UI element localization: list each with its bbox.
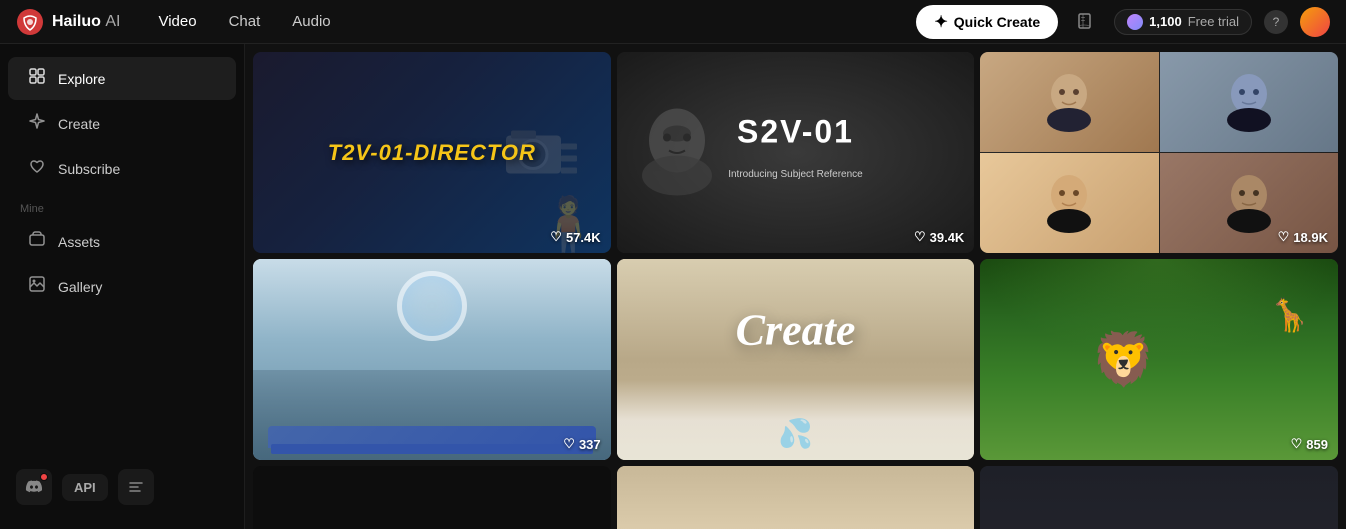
assets-icon: [28, 230, 46, 253]
card-stats-lion: ♡ 859: [1291, 436, 1328, 452]
credits-icon: [1127, 14, 1143, 30]
main-layout: Explore Create Subscribe Mine Assets: [0, 44, 1346, 529]
mine-section-label: Mine: [0, 191, 244, 219]
create-icon: [28, 112, 46, 135]
top-navigation: Hailuo AI Video Chat Audio ✦ Quick Creat…: [0, 0, 1346, 44]
t2v-title: T2V-01-DIRECTOR: [328, 140, 536, 166]
credits-badge[interactable]: 1,100 Free trial: [1114, 9, 1252, 35]
video-card-lion[interactable]: 🦁 🦒 ♡ 859: [980, 259, 1338, 460]
hailuo-logo-icon: [16, 8, 44, 36]
heart-icon: ♡: [914, 229, 926, 245]
card-stats-faces: ♡ 18.9K: [1278, 229, 1328, 245]
list-button[interactable]: [118, 469, 154, 505]
content-area: 🧍 T2V-01-DIRECTOR ♡ 57.4K: [245, 44, 1346, 529]
sidebar-item-create[interactable]: Create: [8, 102, 236, 145]
subscribe-icon: [28, 157, 46, 180]
gallery-icon: [28, 275, 46, 298]
list-icon: [128, 479, 144, 495]
video-card-create-milk[interactable]: Create 💦: [617, 259, 975, 460]
sidebar-item-subscribe[interactable]: Subscribe: [8, 147, 236, 190]
nav-links: Video Chat Audio: [144, 7, 908, 36]
gallery-label: Gallery: [58, 279, 102, 295]
api-button[interactable]: API: [62, 474, 108, 501]
logo[interactable]: Hailuo AI: [16, 8, 120, 36]
like-count: 57.4K: [566, 230, 601, 245]
s2v-subtitle: Introducing Subject Reference: [728, 169, 863, 180]
sidebar: Explore Create Subscribe Mine Assets: [0, 44, 245, 529]
sidebar-item-assets[interactable]: Assets: [8, 220, 236, 263]
video-card-dark2[interactable]: 🥛: [617, 466, 975, 529]
video-card-s2v[interactable]: S2V-01 Introducing Subject Reference ♡ 3…: [617, 52, 975, 253]
create-word: Create: [736, 304, 856, 355]
nav-video[interactable]: Video: [144, 7, 210, 36]
credits-amount: 1,100: [1149, 14, 1182, 29]
explore-label: Explore: [58, 71, 105, 87]
video-card-faces[interactable]: ♡ 18.9K: [980, 52, 1338, 253]
sidebar-item-explore[interactable]: Explore: [8, 57, 236, 100]
video-card-portrait[interactable]: [980, 466, 1338, 529]
card-stats-room: ♡ 337: [563, 436, 600, 452]
avatar[interactable]: [1300, 7, 1330, 37]
nav-audio[interactable]: Audio: [278, 7, 344, 36]
discord-button[interactable]: [16, 469, 52, 505]
like-count: 39.4K: [930, 230, 965, 245]
book-icon-button[interactable]: [1070, 6, 1102, 38]
create-label: Create: [58, 116, 100, 132]
heart-icon: ♡: [1278, 229, 1290, 245]
quick-create-button[interactable]: ✦ Quick Create: [916, 5, 1058, 39]
face-3: [980, 153, 1158, 253]
subscribe-label: Subscribe: [58, 161, 120, 177]
card-stats-s2v: ♡ 39.4K: [914, 229, 964, 245]
help-button[interactable]: ?: [1264, 10, 1288, 34]
app-name: Hailuo AI: [52, 13, 120, 31]
heart-icon: ♡: [1291, 436, 1303, 452]
book-icon: [1076, 12, 1096, 32]
s2v-title: S2V-01: [737, 114, 854, 151]
face-grid: [980, 52, 1338, 253]
heart-icon: ♡: [550, 229, 562, 245]
heart-icon: ♡: [563, 436, 575, 452]
card-stats-t2v: ♡ 57.4K: [550, 229, 600, 245]
video-card-room[interactable]: ♡ 337: [253, 259, 611, 460]
face-1: [980, 52, 1158, 152]
video-card-t2v[interactable]: 🧍 T2V-01-DIRECTOR ♡ 57.4K: [253, 52, 611, 253]
discord-icon: [25, 478, 43, 496]
assets-label: Assets: [58, 234, 100, 250]
plus-icon: ✦: [934, 12, 947, 32]
video-grid: 🧍 T2V-01-DIRECTOR ♡ 57.4K: [253, 52, 1338, 529]
nav-right: ✦ Quick Create 1,100 Free trial ?: [916, 5, 1330, 39]
face-2: [1160, 52, 1338, 152]
explore-icon: [28, 67, 46, 90]
like-count: 859: [1306, 437, 1328, 452]
sidebar-item-gallery[interactable]: Gallery: [8, 265, 236, 308]
like-count: 337: [579, 437, 601, 452]
like-count: 18.9K: [1293, 230, 1328, 245]
nav-chat[interactable]: Chat: [215, 7, 275, 36]
sidebar-bottom: API: [0, 457, 244, 517]
video-card-dark1[interactable]: [253, 466, 611, 529]
free-trial-label: Free trial: [1188, 14, 1239, 29]
notification-dot: [40, 473, 48, 481]
